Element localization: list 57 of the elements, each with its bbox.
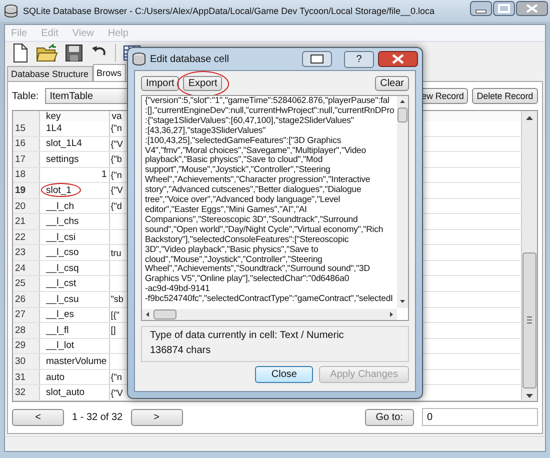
text-line: -ac9d-49bd-9141 bbox=[145, 284, 211, 294]
size-label: 136874 chars bbox=[150, 345, 212, 356]
text-line: Companions","Stereoscopic 3D","Soundtrack","Surround bbox=[145, 214, 359, 225]
table-cell: {"b bbox=[110, 154, 122, 164]
text-line: editor","Easter Eggs","Mini Games","AI","AI bbox=[145, 204, 307, 215]
text-line: Graphics V5","Online play"],"selectedChar":"0d6486a0 bbox=[145, 274, 350, 284]
page-range: 1 - 32 of 32 bbox=[72, 412, 123, 422]
table-cell-text: settings bbox=[46, 154, 80, 165]
table-cell: {"d bbox=[110, 201, 122, 211]
text-line: {"version":5,"slot":"1","gameTime":5284062.876,"playerPause":fal bbox=[145, 96, 390, 106]
text-line: sound","Open world","Day/Night Cycle","Virtual economy","Rich bbox=[145, 224, 384, 235]
window-title: SQLite Database Browser - C:/Users/Alex/AppData/Local/Game Dev Tycoon/Local Storage/file__0.loca bbox=[23, 6, 436, 16]
table-cell-text: slot_1L4 bbox=[46, 138, 83, 150]
text-line: :[100,43,25],"selectedGameFeatures":["3D Graphics bbox=[145, 136, 342, 146]
text-line: tree","Voice over","Advanced body language","Level bbox=[145, 195, 342, 205]
table-cell: {"n bbox=[110, 170, 122, 180]
table-cell-text: __l_cst bbox=[46, 278, 78, 290]
text-line: :[43,36,27],"stage3SliderValues" bbox=[145, 126, 266, 136]
table-cell: {"V bbox=[110, 138, 123, 149]
table-cell-text: 1 bbox=[100, 169, 107, 180]
table-label: Table: bbox=[12, 90, 39, 102]
text-line: Wheel","Achievements","Character progression","Interactive bbox=[145, 175, 372, 186]
text-line: playback","Basic physics","Save to cloud","Mod bbox=[145, 155, 323, 166]
table-cell-text: slot_auto bbox=[46, 387, 86, 398]
table-cell-text: slot_1 bbox=[46, 184, 72, 196]
table-cell: {"V bbox=[110, 388, 123, 398]
text-line: :{"stage1SliderValues":[60,47,100],"stage2SliderValues" bbox=[145, 116, 354, 126]
text-line: Backstory"],"selectedConsoleFeatures":["Stereoscopic bbox=[145, 234, 349, 245]
text-line: :[],"currentEngineDev":null,"currentHwProject":null,"currentRnDPro bbox=[145, 106, 395, 116]
table-cell: masterVolume bbox=[46, 356, 107, 367]
table-cell: tru bbox=[110, 248, 122, 258]
table-cell-text: __l_csi bbox=[46, 232, 77, 243]
text-line: cloud","Mouse","Joystick","Controller","Steering bbox=[145, 254, 324, 264]
table-cell-text: __l_csq bbox=[46, 262, 80, 274]
text-line: -f9bc524740fc","selectedContractType":"gameContract","selectedI bbox=[145, 294, 394, 304]
table-cell-text: __l_cso bbox=[46, 247, 80, 258]
data-type-label: Type of data currently in cell: Text / Numeric bbox=[150, 330, 345, 341]
table-cell-text: auto bbox=[46, 372, 66, 383]
table-cell: {"V bbox=[110, 185, 123, 196]
text-line: Wheel","Achievements","Soundtrack","Surround sound","3D bbox=[145, 264, 371, 274]
dialog-title: Edit database cell bbox=[150, 54, 230, 64]
table-cell: {"n bbox=[110, 372, 122, 382]
table-cell-text: __l_ch bbox=[46, 200, 75, 212]
table-cell: {"n bbox=[110, 123, 122, 134]
table-cell-text: 1L4 bbox=[46, 122, 63, 134]
text-line: 3D","Video playback","Basic physics","Save to bbox=[145, 244, 318, 254]
text-line: support","Mouse","Joystick","Controller","Steering bbox=[145, 165, 332, 176]
table-cell-text: __l_es bbox=[46, 309, 75, 320]
table-cell-text: __l_csu bbox=[46, 294, 80, 305]
table-cell: [] bbox=[110, 325, 116, 336]
table-cell: [{" bbox=[110, 310, 120, 320]
text-line: story","Advanced cutscenes","Better dialogues","Dialogue bbox=[145, 185, 362, 196]
table-cell-text: __l_lot bbox=[46, 340, 75, 352]
table-cell-text: __l_fl bbox=[46, 324, 70, 336]
table-cell-text: __l_chs bbox=[46, 216, 80, 228]
table-cell: "sb bbox=[110, 294, 124, 304]
text-line: V4","fmv","Moral choices","Savegame","Multiplayer","Video bbox=[145, 146, 368, 156]
